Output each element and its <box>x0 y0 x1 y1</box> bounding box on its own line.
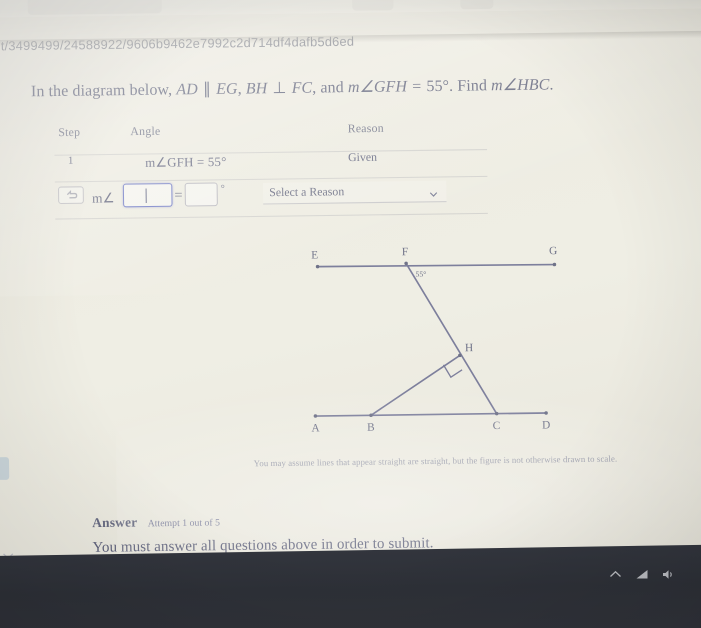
screen-photo: lent/3499499/24588922/9606b9462e7992c2d7… <box>0 0 701 628</box>
column-header-step: Step <box>58 126 81 140</box>
reason-select[interactable]: Select a Reason <box>262 180 447 205</box>
label-g: G <box>549 245 557 257</box>
segment-bh <box>370 354 461 416</box>
browser-tab[interactable] <box>460 0 494 10</box>
point-e-dot <box>315 264 320 269</box>
angle-measure-prefix: m∠ <box>92 189 115 206</box>
geometry-figure: E F G H A B C D 55° <box>299 241 571 442</box>
chevron-down-icon <box>429 186 438 197</box>
perpendicular-symbol: ⊥ <box>272 79 287 98</box>
network-icon[interactable] <box>635 569 649 580</box>
proof-table: Step Angle Reason 1 m∠GFH = 55° Given m∠… <box>54 121 488 220</box>
system-tray <box>609 569 675 580</box>
period: . <box>549 76 554 94</box>
sidebar-chip[interactable] <box>0 457 10 481</box>
attempt-counter: Attempt 1 out of 5 <box>147 518 221 530</box>
taskbar <box>0 544 701 628</box>
column-header-angle: Angle <box>130 125 161 139</box>
text-caret <box>145 188 148 203</box>
speaker-icon[interactable] <box>662 569 675 580</box>
line-ad <box>315 412 547 417</box>
line-fc <box>405 262 498 415</box>
conjunction: , and <box>312 78 344 97</box>
angle-name-input[interactable] <box>122 183 173 208</box>
label-c: C <box>493 420 501 432</box>
segment-eg: EG <box>216 80 238 98</box>
row-reason: Given <box>347 151 378 165</box>
problem-lead: In the diagram below, <box>30 81 173 101</box>
right-angle-mark <box>442 364 463 379</box>
row-angle-statement: m∠GFH = 55° <box>145 154 227 170</box>
browser-tab[interactable] <box>27 0 162 15</box>
chevron-down-icon[interactable] <box>2 547 14 559</box>
point-d-dot <box>544 411 548 415</box>
angle-hbc-target: m∠HBC <box>490 76 550 95</box>
label-d: D <box>542 419 550 431</box>
browser-tab[interactable] <box>352 0 394 11</box>
browser-page: lent/3499499/24588922/9606b9462e7992c2d7… <box>0 0 701 625</box>
problem-statement: In the diagram below, AD ∥ EG, BH ⊥ FC, … <box>31 74 649 102</box>
parallel-symbol: ∥ <box>202 80 212 99</box>
row-step-number: 1 <box>67 155 74 167</box>
segment-ad: AD <box>176 80 198 99</box>
answer-heading: Answer <box>92 514 138 531</box>
find-lead: . Find <box>448 76 488 95</box>
scale-disclaimer: You may assume lines that appear straigh… <box>253 453 618 469</box>
given-value: 55° <box>426 77 450 96</box>
point-a-dot <box>313 414 318 418</box>
row-divider <box>55 212 488 220</box>
input-equals-symbol: = <box>174 188 183 204</box>
degree-symbol: ° <box>220 183 225 195</box>
point-g-dot <box>552 262 557 267</box>
angle-label-55: 55° <box>415 270 426 279</box>
undo-icon-button[interactable] <box>57 186 84 205</box>
proof-input-row: m∠ = ° Select a Reason <box>55 177 488 220</box>
column-header-reason: Reason <box>347 122 384 136</box>
angle-gfh-measure: m∠GFH <box>347 77 408 97</box>
angle-value-input[interactable] <box>184 182 218 207</box>
comma-1: , <box>237 80 242 98</box>
undo-icon <box>65 186 78 205</box>
segment-bh: BH <box>245 79 268 98</box>
chevron-up-icon[interactable] <box>609 570 622 579</box>
answer-section: Answer Attempt 1 out of 5 <box>92 513 220 531</box>
equals-symbol: = <box>412 77 422 96</box>
label-f: F <box>402 246 408 258</box>
reason-select-value: Select a Reason <box>269 185 345 200</box>
label-h: H <box>465 342 473 354</box>
segment-fc: FC <box>291 79 313 98</box>
line-eg <box>317 263 555 268</box>
label-b: B <box>367 422 375 434</box>
label-e: E <box>311 249 318 261</box>
label-a: A <box>311 422 320 434</box>
